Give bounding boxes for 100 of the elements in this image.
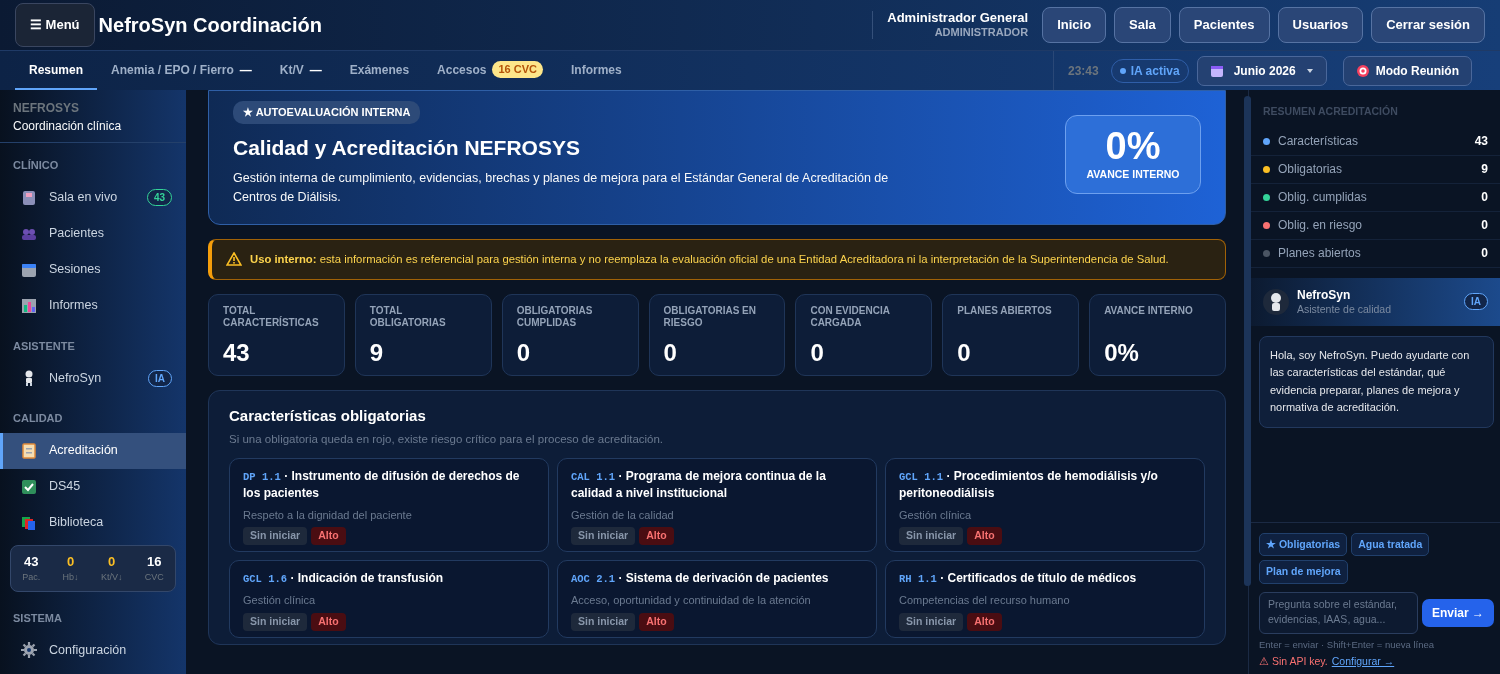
summary-value: 9: [1481, 161, 1488, 179]
sidebar-item[interactable]: Biblioteca: [0, 504, 186, 541]
risk-label: Alto: [967, 527, 1002, 546]
summary-label: Obligatorias: [1278, 161, 1343, 179]
sidebar-item[interactable]: Pacientes: [0, 215, 186, 252]
stat-value: 0: [663, 337, 678, 368]
send-button[interactable]: Enviar →: [1421, 599, 1494, 627]
target-icon: [1355, 63, 1370, 78]
stat-value: 0: [516, 337, 532, 368]
tab[interactable]: Anemia / EPO / Fierro —: [97, 51, 266, 90]
requirement-title: RH 1.1 · Certificados de título de médicos: [899, 570, 1138, 587]
warning-icon: [226, 252, 242, 267]
requirement-title: DP 1.1 · Instrumento de difusión de derechos de los pacientes: [243, 468, 521, 501]
stat-value: 16: [146, 552, 163, 571]
sidebar-item[interactable]: Sala en vivo 43: [0, 179, 186, 216]
stat-label: OBLIGATORIAS EN RIESGO: [663, 304, 757, 331]
sidebar-item[interactable]: Acreditación: [0, 432, 186, 469]
menu-button[interactable]: ☰ Menú: [15, 3, 95, 47]
calendar-icon: [21, 261, 37, 278]
summary-label: Oblig. cumplidas: [1278, 189, 1367, 207]
robot-avatar-icon: [1263, 288, 1289, 315]
bar-chart-icon: [21, 297, 37, 314]
clipboard-icon: [21, 442, 37, 459]
summary-value: 0: [1481, 245, 1488, 263]
stat-label: OBLIGATORIAS CUMPLIDAS: [516, 304, 594, 331]
risk-label: Alto: [639, 527, 674, 546]
summary-label: Oblig. en riesgo: [1278, 217, 1363, 235]
section-title: CALIDAD: [12, 411, 64, 426]
stat-value: 0: [957, 337, 972, 368]
status-label: Sin iniciar: [243, 612, 308, 631]
requirement-area: Gestión clínica: [243, 592, 535, 609]
tab[interactable]: Kt/V —: [265, 51, 336, 90]
stat-value: 0%: [1104, 337, 1140, 368]
requirement-area: Respeto a la dignidad del paciente: [243, 506, 535, 524]
status-label: Sin iniciar: [899, 527, 964, 546]
progress-value: 0%: [1104, 125, 1162, 168]
brand-name: NEFROSYS: [13, 100, 80, 117]
sidebar-item[interactable]: NefroSyn IA: [0, 360, 186, 396]
assistant-subtitle: Asistente de calidad: [1297, 302, 1391, 317]
page-title: Calidad y Acreditación NEFROSYS: [233, 134, 581, 161]
summary-label: Características: [1278, 133, 1359, 151]
summary-label: Planes abiertos: [1278, 245, 1361, 263]
nav-button[interactable]: Inicio: [1042, 7, 1107, 43]
tab[interactable]: Accesos 16 CVC: [423, 51, 557, 90]
requirement-title: GCL 1.1 · Procedimientos de hemodiálisis y/o peritoneodiálisis: [899, 468, 1159, 501]
section-tag: ★ AUTOEVALUACIÓN INTERNA: [233, 101, 421, 124]
stat-value: 0: [107, 552, 117, 571]
stat-value: 9: [369, 337, 385, 368]
risk-label: Alto: [639, 612, 674, 631]
month-dropdown[interactable]: Junio 2026: [1196, 55, 1327, 86]
sidebar-item[interactable]: Sesiones: [0, 251, 186, 288]
nav-button[interactable]: Usuarios: [1277, 7, 1364, 43]
stat-label: Kt/V↓: [100, 571, 123, 584]
stat-label: PLANES ABIERTOS: [957, 304, 1053, 318]
risk-label: Alto: [967, 612, 1002, 631]
suggestion-chip[interactable]: Agua tratada: [1351, 532, 1430, 557]
status-label: Sin iniciar: [243, 527, 308, 546]
app-title: NefroSyn Coordinación: [98, 13, 322, 38]
stat-label: AVANCE INTERNO: [1104, 304, 1194, 318]
status-label: Sin iniciar: [571, 612, 636, 631]
checkbox-icon: [21, 478, 37, 495]
calendar-icon: [1209, 63, 1224, 78]
requirement-area: Gestión de la calidad: [571, 506, 863, 524]
nav-button[interactable]: Sala: [1114, 7, 1171, 43]
warning-text: Uso interno: esta información es referencial para gestión interna y no reemplaza la evaluación oficial de una Entidad Acreditadora ni la interpretación de la Superintendencia de Salud.: [250, 251, 1169, 267]
nav-button[interactable]: Pacientes: [1178, 7, 1270, 43]
requirement-area: Competencias del recurso humano: [899, 592, 1191, 609]
sidebar-item[interactable]: Informes: [0, 287, 186, 324]
section-heading: Características obligatorias: [229, 405, 427, 426]
nav-button[interactable]: Cerrar sesión: [1371, 7, 1485, 43]
api-key-warning: ⚠ Sin API key.: [1259, 654, 1328, 670]
input-hint: Enter = enviar · Shift+Enter = nueva línea: [1259, 638, 1436, 652]
status-label: Sin iniciar: [571, 527, 636, 546]
summary-value: 43: [1474, 133, 1488, 151]
tab[interactable]: Exámenes: [335, 51, 424, 90]
summary-value: 0: [1481, 189, 1488, 207]
configure-link[interactable]: Configurar →: [1331, 654, 1395, 670]
clock-time: 23:43: [1068, 62, 1099, 80]
suggestion-chip[interactable]: Plan de mejora: [1259, 560, 1348, 584]
stat-label: CVC: [144, 571, 164, 584]
assistant-name: NefroSyn: [1297, 286, 1352, 304]
ai-badge: IA: [1464, 293, 1488, 311]
section-title: CLÍNICO: [12, 158, 60, 173]
suggestion-chip[interactable]: ★ Obligatorias: [1259, 532, 1348, 557]
requirement-area: Gestión clínica: [899, 506, 1191, 524]
summary-title: RESUMEN ACREDITACIÓN: [1262, 104, 1399, 119]
brand-subtitle: Coordinación clínica: [13, 118, 123, 135]
ai-status: IA activa: [1110, 58, 1189, 83]
meeting-mode-button[interactable]: Modo Reunión: [1342, 55, 1472, 86]
tab[interactable]: Informes: [557, 51, 636, 90]
progress-label: AVANCE INTERNO: [1085, 167, 1181, 183]
stat-label: TOTAL CARACTERÍSTICAS: [223, 304, 320, 331]
sidebar-item[interactable]: DS45: [0, 468, 186, 505]
requirement-title: CAL 1.1 · Programa de mejora continua de la calidad a nivel institucional: [571, 468, 827, 501]
question-input[interactable]: Pregunta sobre el estándar, evidencias, IAAS, agua...: [1259, 592, 1418, 634]
requirement-title: AOC 2.1 · Sistema de derivación de pacientes: [571, 570, 830, 587]
sidebar-item[interactable]: Configuración: [0, 632, 186, 668]
section-title: ASISTENTE: [12, 338, 76, 354]
risk-label: Alto: [311, 527, 346, 546]
stat-label: CON EVIDENCIA CARGADA: [810, 304, 891, 331]
